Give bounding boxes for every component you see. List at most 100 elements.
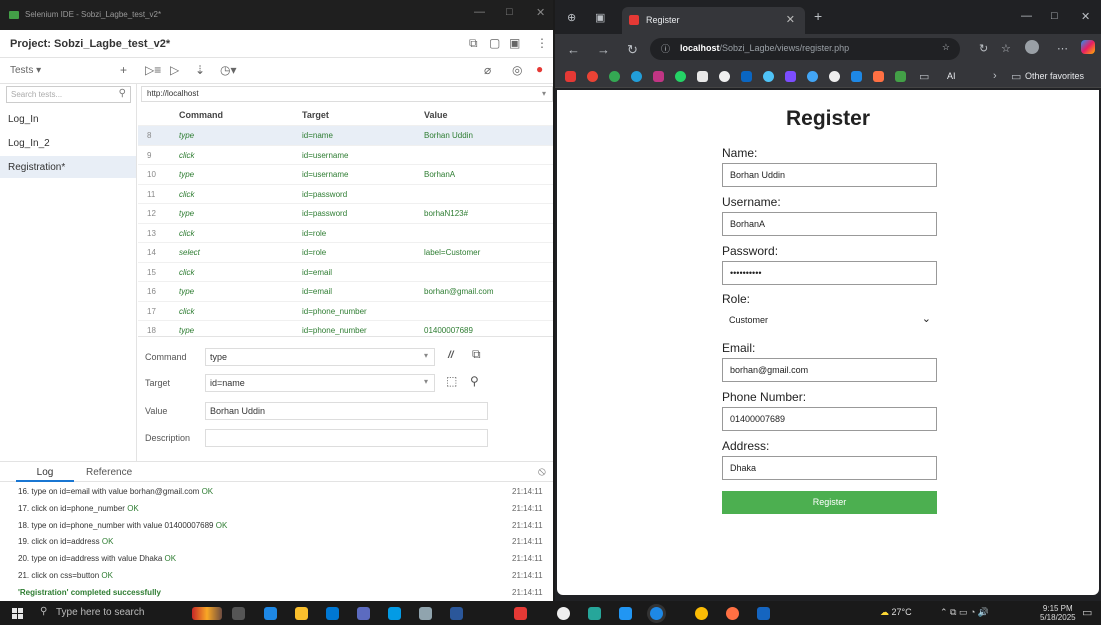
find-target-icon[interactable]: ⚲ xyxy=(470,374,479,388)
record-icon[interactable]: ● xyxy=(536,62,543,76)
test-item-log-in[interactable]: Log_In xyxy=(0,108,136,130)
refresh-extension-icon[interactable]: ↻ xyxy=(979,42,988,55)
open-project-icon[interactable]: ▢ xyxy=(489,36,500,50)
role-select[interactable]: Customer ⌄ xyxy=(722,309,937,334)
firefox-icon[interactable] xyxy=(726,607,739,620)
tab-log[interactable]: Log xyxy=(16,464,74,482)
bookmark-circle-icon[interactable] xyxy=(829,71,840,82)
close-icon[interactable]: ✕ xyxy=(1081,10,1090,23)
password-input[interactable]: •••••••••• xyxy=(722,260,937,285)
favorites-icon[interactable]: ☆ xyxy=(1001,42,1011,55)
save-project-icon[interactable]: ▣ xyxy=(509,36,520,50)
system-tray[interactable]: ⌃ ⧉ ▭ ◔ 🔊 xyxy=(940,607,989,618)
bookmark-youtube-icon[interactable] xyxy=(565,71,576,82)
word-icon[interactable] xyxy=(450,607,463,620)
username-input[interactable]: BorhanA xyxy=(722,211,937,236)
table-row[interactable]: 15 click id=email xyxy=(138,261,553,282)
value-input[interactable]: Borhan Uddin xyxy=(205,402,488,420)
news-widget-icon[interactable] xyxy=(192,607,222,620)
tab-reference[interactable]: Reference xyxy=(86,467,132,478)
address-input[interactable]: Dhaka xyxy=(722,455,937,480)
bookmark-site-icon[interactable] xyxy=(807,71,818,82)
register-button[interactable]: Register xyxy=(722,491,937,514)
bookmark-folder-ai[interactable]: AI xyxy=(947,71,956,81)
bookmark-play-icon[interactable] xyxy=(873,71,884,82)
test-item-registration[interactable]: Registration* xyxy=(0,156,136,178)
vscode-icon[interactable] xyxy=(619,607,632,620)
reload-icon[interactable]: ↻ xyxy=(627,42,638,58)
browser-tab-register[interactable]: Register ✕ xyxy=(622,7,805,34)
site-info-icon[interactable]: ⓘ xyxy=(661,42,670,55)
new-suite-icon[interactable]: ⧉ xyxy=(469,36,478,51)
bookmark-other-favorites[interactable]: Other favorites xyxy=(1025,71,1084,81)
edge-browser-icon[interactable] xyxy=(264,607,277,620)
base-url-input[interactable]: http://localhost ▾ xyxy=(141,86,553,102)
more-options-icon[interactable]: ⋮ xyxy=(536,36,548,50)
description-input[interactable] xyxy=(205,429,488,447)
file-explorer-icon[interactable] xyxy=(295,607,308,620)
pause-on-exception-icon[interactable]: ◎ xyxy=(512,63,522,77)
app-icon[interactable] xyxy=(588,607,601,620)
bookmark-chrome-icon[interactable] xyxy=(609,71,620,82)
close-icon[interactable]: ✕ xyxy=(536,6,545,19)
name-input[interactable]: Borhan Uddin xyxy=(722,163,937,187)
close-tab-icon[interactable]: ✕ xyxy=(786,13,795,26)
new-tab-icon[interactable]: + xyxy=(814,8,822,24)
target-input[interactable]: id=name ▾ xyxy=(205,374,435,392)
outlook-icon[interactable] xyxy=(326,607,339,620)
bookmark-telegram-icon[interactable] xyxy=(631,71,642,82)
table-row[interactable]: 8 type id=name Borhan Uddin xyxy=(138,125,553,145)
taskbar-clock[interactable]: 9:15 PM 5/18/2025 xyxy=(1040,604,1076,622)
maximize-icon[interactable]: □ xyxy=(506,6,513,18)
speed-icon[interactable]: ◷▾ xyxy=(220,63,237,77)
favorite-star-icon[interactable]: ☆ xyxy=(942,42,950,53)
add-test-icon[interactable]: + xyxy=(120,63,127,77)
run-current-test-icon[interactable]: ▷ xyxy=(170,63,179,77)
selenium-icon[interactable] xyxy=(757,607,770,620)
bookmark-google-icon[interactable] xyxy=(587,71,598,82)
table-row[interactable]: 11 click id=password xyxy=(138,183,553,204)
app-icon[interactable] xyxy=(514,607,527,620)
bookmark-app-icon[interactable] xyxy=(785,71,796,82)
bookmark-whatsapp-icon[interactable] xyxy=(675,71,686,82)
step-over-icon[interactable]: ⇣ xyxy=(195,63,205,77)
table-row[interactable]: 12 type id=password borhaN123# xyxy=(138,203,553,223)
minimize-icon[interactable]: — xyxy=(1021,10,1032,22)
app-icon[interactable] xyxy=(388,607,401,620)
chrome-icon[interactable] xyxy=(695,607,708,620)
command-input[interactable]: type ▾ xyxy=(205,348,435,366)
open-reference-icon[interactable]: ⧉ xyxy=(472,347,481,362)
bookmark-extension-icon[interactable] xyxy=(763,71,774,82)
address-bar[interactable]: ⓘ localhost/Sobzi_Lagbe/views/register.p… xyxy=(650,38,960,60)
profile-avatar[interactable] xyxy=(1025,40,1039,54)
table-row[interactable]: 10 type id=username BorhanA xyxy=(138,164,553,184)
select-target-icon[interactable]: ⬚ xyxy=(446,374,457,388)
back-icon[interactable]: ← xyxy=(567,42,580,57)
tests-dropdown[interactable]: Tests ▾ xyxy=(10,65,41,76)
table-row[interactable]: 13 click id=role xyxy=(138,222,553,243)
table-row[interactable]: 17 click id=phone_number xyxy=(138,300,553,321)
taskbar-search-input[interactable]: ⚲ Type here to search xyxy=(34,604,179,622)
bookmark-sheet-icon[interactable] xyxy=(895,71,906,82)
maximize-icon[interactable]: □ xyxy=(1051,10,1058,22)
test-item-log-in-2[interactable]: Log_In_2 xyxy=(0,132,136,154)
table-row[interactable]: 14 select id=role label=Customer xyxy=(138,242,553,262)
bookmark-instagram-icon[interactable] xyxy=(653,71,664,82)
windows-start-icon[interactable] xyxy=(12,608,23,619)
run-all-tests-icon[interactable]: ▷≡ xyxy=(145,63,161,77)
task-view-icon[interactable] xyxy=(232,607,245,620)
notifications-icon[interactable]: ▭ xyxy=(1082,606,1092,619)
table-row[interactable]: 9 click id=username xyxy=(138,144,553,165)
app-icon[interactable] xyxy=(357,607,370,620)
email-input[interactable]: borhan@gmail.com xyxy=(722,358,937,383)
disable-breakpoints-icon[interactable]: ⌀ xyxy=(484,63,491,77)
clear-log-icon[interactable]: ⦸ xyxy=(538,464,546,479)
tab-actions-icon[interactable]: ▣ xyxy=(595,11,605,24)
browser-active-icon[interactable] xyxy=(650,607,663,620)
chevron-right-icon[interactable]: › xyxy=(993,70,997,82)
bookmark-chart-icon[interactable] xyxy=(851,71,862,82)
copilot-icon[interactable] xyxy=(1081,40,1095,54)
bookmark-folder-icon[interactable]: ▭ xyxy=(919,70,929,83)
profile-tab-icon[interactable]: ⊕ xyxy=(567,11,576,24)
search-tests-input[interactable]: Search tests... ⚲ xyxy=(6,86,131,103)
